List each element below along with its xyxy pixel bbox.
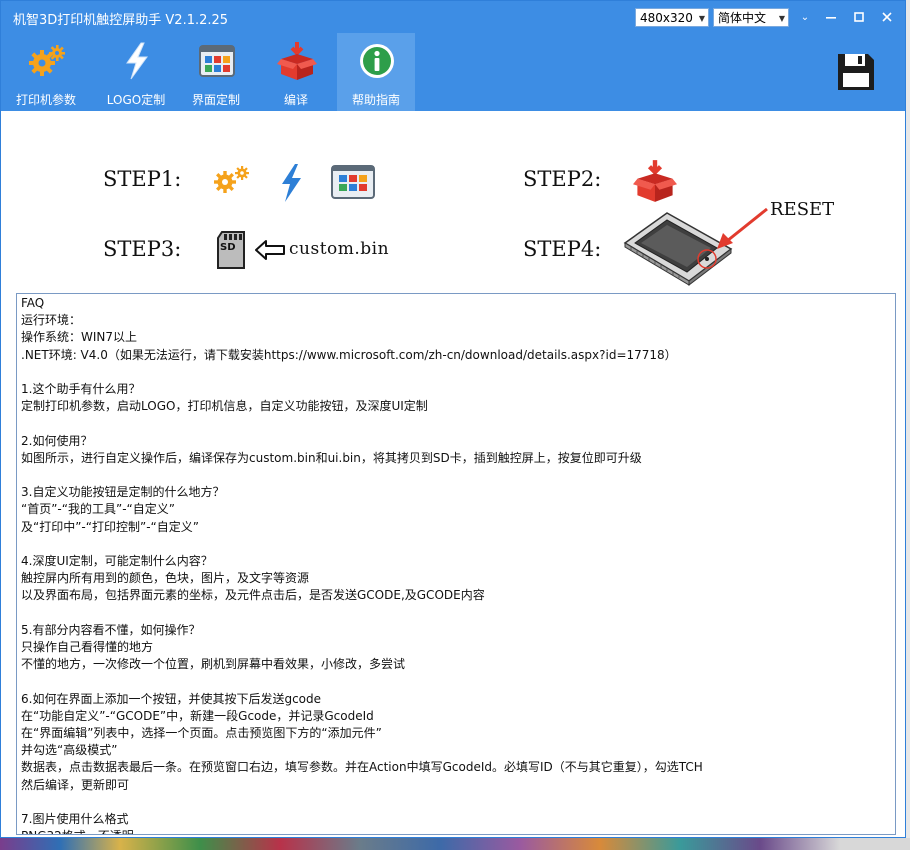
title-bar: 机智3D打印机触控屏助手 V2.1.2.25 480x320 ▼ 简体中文 ▼ …: [1, 1, 905, 33]
faq-line: 6.如何在界面上添加一个按钮，并使其按下后发送gcode: [21, 691, 322, 706]
faq-line: 在“界面编辑”列表中，选择一个页面。点击预览图下方的“添加元件”: [21, 726, 382, 741]
step4-label: STEP4:: [523, 237, 602, 261]
chevron-down-icon: ▼: [778, 14, 785, 23]
ui-layout-icon: [199, 45, 235, 77]
faq-line: 定制打印机参数，启动LOGO，打印机信息，自定义功能按钮，及深度UI定制: [21, 399, 428, 414]
tab-label: LOGO定制: [106, 93, 166, 107]
maximize-button[interactable]: [849, 9, 869, 27]
faq-line: 以及界面布局，包括界面元素的坐标，及元件点击后，是否发送GCODE,及GCODE…: [21, 588, 485, 603]
faq-line: 运行环境：: [21, 313, 82, 328]
faq-textarea[interactable]: FAQ 运行环境： 操作系统：WIN7以上 .NET环境: V4.0（如果无法运行，请…: [16, 293, 896, 835]
tab-label: 界面定制: [191, 93, 240, 107]
language-value: 简体中文: [718, 11, 767, 25]
faq-line: 3.自定义功能按钮是定制的什么地方？: [21, 485, 225, 500]
maximize-icon: [854, 12, 864, 22]
app-window: 机智3D打印机触控屏助手 V2.1.2.25 480x320 ▼ 简体中文 ▼ …: [0, 0, 906, 838]
faq-line: 操作系统：WIN7以上: [21, 330, 138, 345]
tab-compile[interactable]: 编译: [257, 33, 335, 111]
faq-line: [21, 467, 895, 484]
dropdown-menu-icon[interactable]: ⌄: [795, 9, 815, 27]
step1-label: STEP1:: [103, 167, 182, 191]
faq-line: 在“功能自定义”-“GCODE”中，新建一段Gcode，并记录GcodeId: [21, 708, 374, 723]
faq-line: 触控屏内所有用到的颜色，色块，图片，及文字等资源: [21, 571, 310, 586]
faq-line: “首页”-“我的工具”-“自定义”: [21, 502, 175, 517]
faq-line: .NET环境: V4.0（如果无法运行，请下载安装https://www.mic…: [21, 347, 677, 362]
close-button[interactable]: [877, 9, 897, 27]
box-icon: [633, 160, 677, 202]
language-select[interactable]: 简体中文 ▼: [713, 8, 789, 27]
faq-content: FAQ 运行环境： 操作系统：WIN7以上 .NET环境: V4.0（如果无法运行，请…: [17, 294, 895, 834]
tab-label: 编译: [283, 93, 308, 107]
faq-line: 如图所示，进行自定义操作后，编译保存为custom.bin和ui.bin，将其拷…: [21, 450, 642, 465]
faq-line: [21, 536, 895, 553]
lightning-icon: [126, 42, 148, 80]
faq-line: 然后编译，更新即可: [21, 777, 130, 792]
step2-label: STEP2:: [523, 167, 602, 191]
gears-icon: [214, 166, 249, 193]
faq-line: 数据表，点击数据表最后一条。在预览窗口右边，填写参数。并在Action中填写Gc…: [21, 760, 703, 775]
box-icon: [277, 42, 317, 80]
tab-help-guide[interactable]: 帮助指南: [337, 33, 415, 111]
faq-line: 5.有部分内容看不懂，如何操作？: [21, 622, 201, 637]
desktop-background: [906, 0, 910, 850]
faq-line: PNG32格式，不透明: [21, 828, 895, 834]
minimize-button[interactable]: [821, 9, 841, 27]
sd-card-label: SD: [220, 242, 236, 253]
custom-bin-filename: custom.bin: [289, 239, 390, 259]
tab-label: 打印机参数: [15, 93, 76, 107]
reset-pointer-arrow-icon: [717, 207, 768, 249]
tab-logo[interactable]: LOGO定制: [97, 33, 175, 111]
faq-line: 7.图片使用什么格式: [21, 812, 129, 827]
tab-ui-custom[interactable]: 界面定制: [177, 33, 255, 111]
info-icon: [360, 44, 394, 78]
close-icon: [882, 12, 892, 22]
step3-label: STEP3:: [103, 237, 182, 261]
arrow-left-icon: [255, 240, 285, 260]
faq-line: [21, 415, 895, 432]
steps-guide: STEP1: STEP2: STEP3: STEP4: SD custom.bi…: [1, 111, 905, 291]
ui-layout-icon: [331, 165, 375, 199]
desktop-taskbar-strip: [0, 838, 910, 850]
faq-line: 不懂的地方，一次修改一个位置，刷机到屏幕中看效果，小修改，多尝试: [21, 657, 406, 672]
faq-line: [21, 605, 895, 622]
faq-line: FAQ: [21, 296, 45, 310]
faq-line: 2.如何使用？: [21, 433, 93, 448]
faq-line: [21, 673, 895, 690]
minimize-icon: [826, 17, 836, 19]
faq-line: 及“打印中”-“打印控制”-“自定义”: [21, 519, 199, 534]
window-title: 机智3D打印机触控屏助手 V2.1.2.25: [13, 13, 229, 28]
faq-line: 4.深度UI定制，可能定制什么内容？: [21, 554, 213, 569]
faq-line: 只操作自己看得懂的地方: [21, 640, 154, 655]
lightning-icon: [282, 164, 301, 202]
floppy-save-icon[interactable]: [835, 51, 877, 93]
tab-printer-params[interactable]: 打印机参数: [7, 33, 85, 111]
faq-line: [21, 794, 895, 811]
gears-icon: [29, 45, 65, 76]
resolution-value: 480x320: [640, 11, 693, 25]
resolution-select[interactable]: 480x320 ▼: [635, 8, 709, 27]
toolbar: 打印机参数 LOGO定制 界面定制 编译 帮助指南: [1, 33, 905, 111]
faq-line: 并勾选“高级模式”: [21, 743, 118, 758]
chevron-down-icon: ▼: [698, 14, 705, 23]
tab-label: 帮助指南: [351, 93, 400, 107]
faq-line: 1.这个助手有什么用？: [21, 382, 141, 397]
faq-line: [21, 364, 895, 381]
reset-label: RESET: [770, 199, 835, 220]
